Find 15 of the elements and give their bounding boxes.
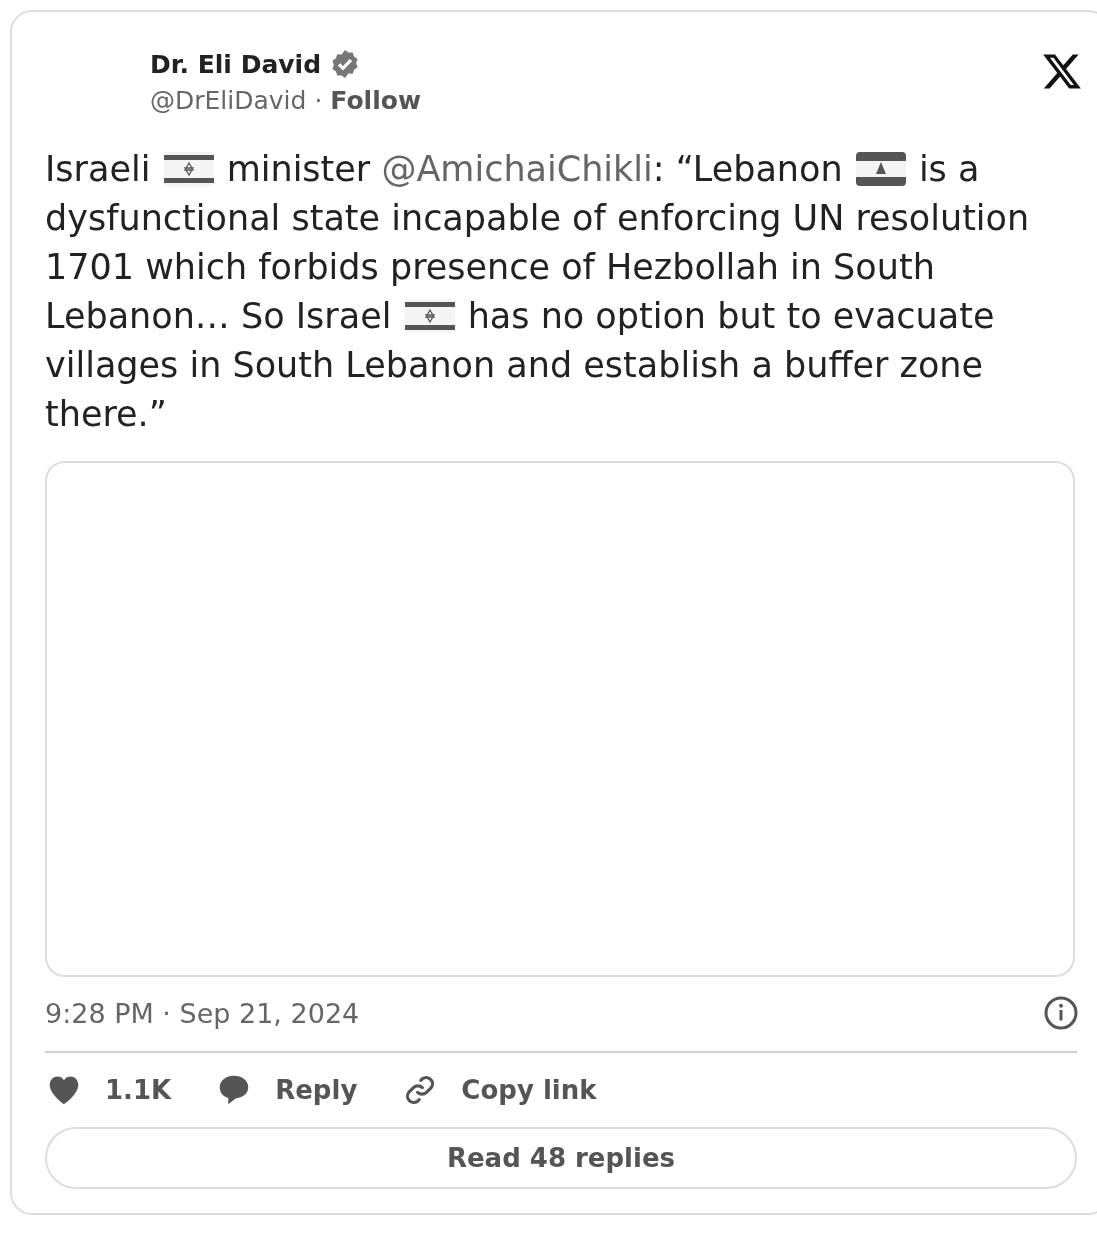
flag-icon <box>855 152 906 186</box>
tweet-text: Israeli minister @AmichaiChikli: “Lebanon is a dysfunctional state incapable of enforcing UN resolution 1701 which forbids presence of Hezbollah in South Lebanon… So Israel has no option but to evacuate villages in South Lebanon and establish a buffer zone there.” <box>45 148 1031 436</box>
read-replies-button[interactable]: Read 48 replies <box>45 1127 1077 1189</box>
mention-link[interactable]: @AmichaiChikli <box>381 149 653 189</box>
action-label[interactable]: 1.1K <box>105 1075 172 1105</box>
action-label[interactable]: Copy link <box>461 1075 597 1105</box>
author-name[interactable]: Dr. Eli David <box>150 49 322 79</box>
action-label[interactable]: Reply <box>275 1075 358 1105</box>
timestamp[interactable]: 9:28 PM · Sep 21, 2024 <box>45 997 360 1029</box>
separator-dot: · <box>314 86 323 115</box>
flag-icon <box>163 152 214 186</box>
flag-icon <box>404 299 455 333</box>
info-icon[interactable] <box>1043 995 1079 1031</box>
follow-link[interactable]: Follow <box>330 86 421 115</box>
author-handle[interactable]: @DrEliDavid <box>150 86 307 115</box>
